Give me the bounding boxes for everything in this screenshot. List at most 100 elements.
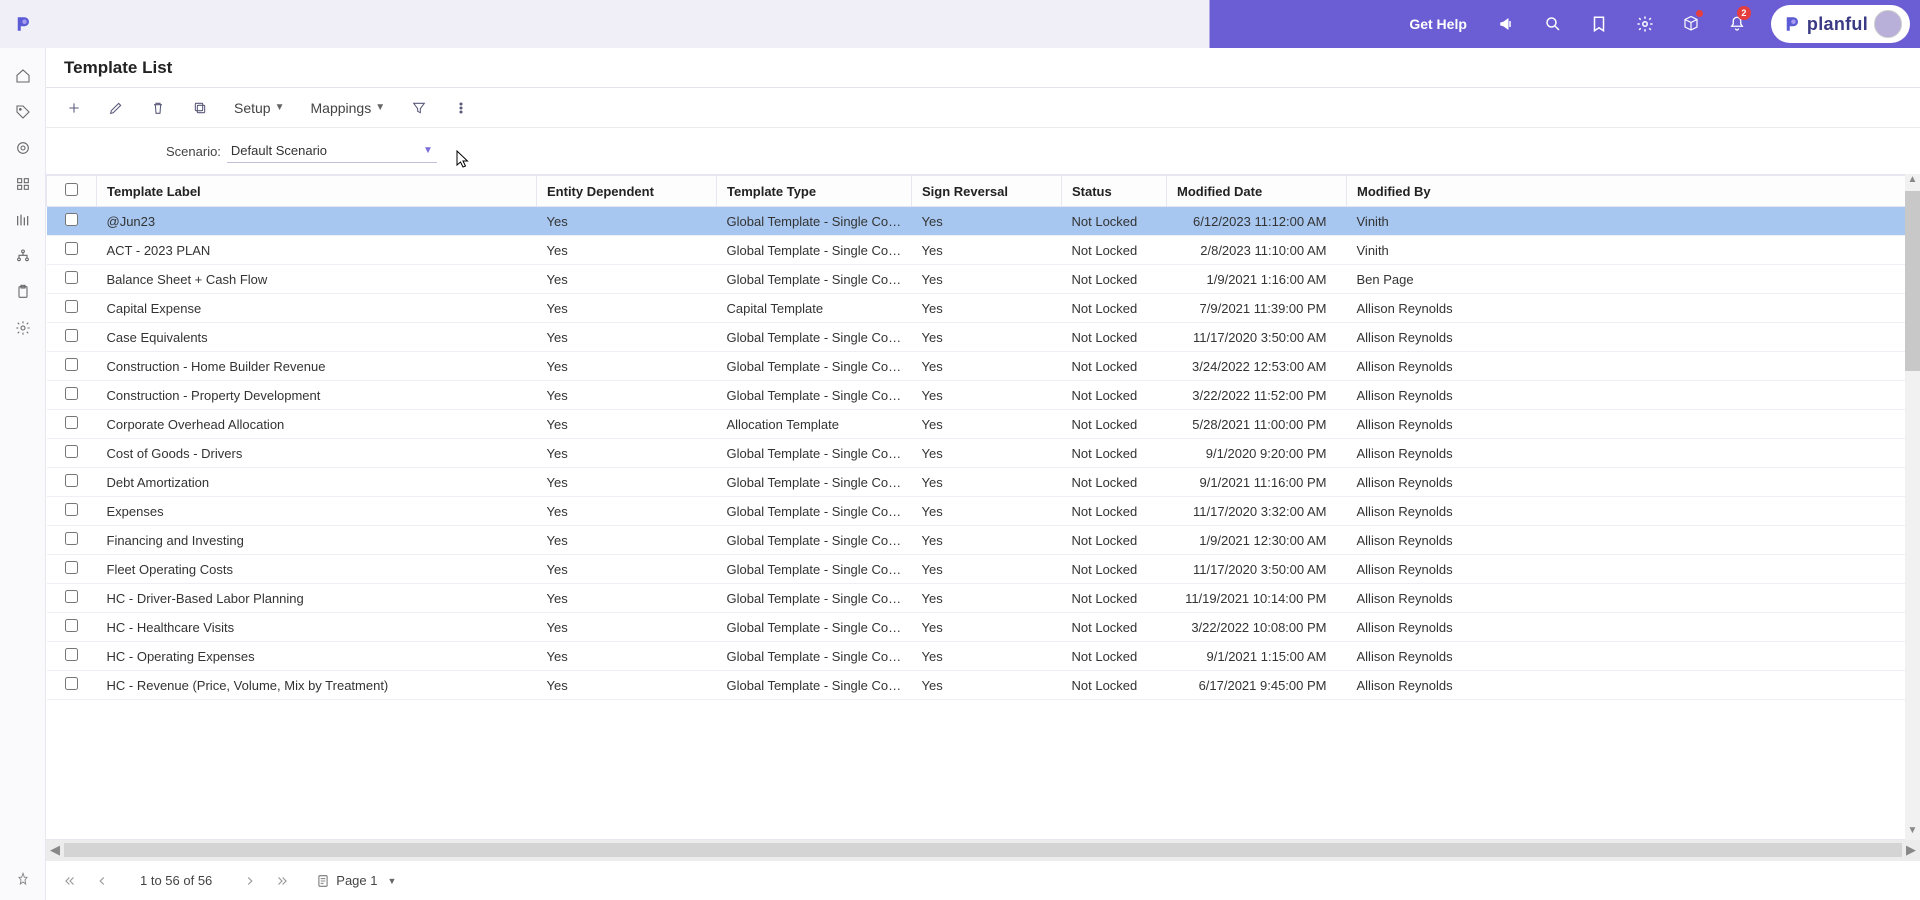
cell-status: Not Locked	[1062, 526, 1167, 555]
row-checkbox[interactable]	[47, 265, 97, 294]
row-checkbox[interactable]	[47, 352, 97, 381]
table-row[interactable]: HC - Operating ExpensesYesGlobal Templat…	[47, 642, 1920, 671]
bookmark-icon[interactable]	[1577, 0, 1621, 48]
row-checkbox[interactable]	[47, 410, 97, 439]
nav-hierarchy-icon[interactable]	[0, 238, 46, 274]
cell-type: Capital Template	[717, 294, 912, 323]
row-checkbox[interactable]	[47, 584, 97, 613]
row-checkbox[interactable]	[47, 671, 97, 700]
table-row[interactable]: ACT - 2023 PLANYesGlobal Template - Sing…	[47, 236, 1920, 265]
nav-home-icon[interactable]	[0, 58, 46, 94]
table-row[interactable]: HC - Revenue (Price, Volume, Mix by Trea…	[47, 671, 1920, 700]
table-row[interactable]: Case EquivalentsYesGlobal Template - Sin…	[47, 323, 1920, 352]
brand-pill[interactable]: planful	[1771, 5, 1910, 43]
cell-sign: Yes	[912, 439, 1062, 468]
nav-pin-icon[interactable]	[0, 860, 45, 900]
add-button[interactable]	[56, 92, 92, 124]
scroll-right-icon[interactable]: ▶	[1902, 842, 1920, 858]
header-label[interactable]: Template Label	[97, 176, 537, 207]
cell-sign: Yes	[912, 468, 1062, 497]
filter-button[interactable]	[401, 92, 437, 124]
table-row[interactable]: Debt AmortizationYesGlobal Template - Si…	[47, 468, 1920, 497]
header-sign[interactable]: Sign Reversal	[912, 176, 1062, 207]
edit-button[interactable]	[98, 92, 134, 124]
table-row[interactable]: ExpensesYesGlobal Template - Single Copy…	[47, 497, 1920, 526]
cell-sign: Yes	[912, 671, 1062, 700]
header-status[interactable]: Status	[1062, 176, 1167, 207]
get-help-link[interactable]: Get Help	[1393, 0, 1483, 48]
cell-by: Allison Reynolds	[1347, 497, 1920, 526]
setup-dropdown[interactable]: Setup ▼	[224, 92, 295, 124]
page-select[interactable]: Page 1 ▼	[316, 873, 396, 888]
row-checkbox[interactable]	[47, 439, 97, 468]
row-checkbox[interactable]	[47, 207, 97, 236]
row-checkbox[interactable]	[47, 642, 97, 671]
cell-sign: Yes	[912, 294, 1062, 323]
cell-by: Allison Reynolds	[1347, 555, 1920, 584]
settings-icon[interactable]	[1623, 0, 1667, 48]
nav-library-icon[interactable]	[0, 202, 46, 238]
header-checkbox[interactable]	[47, 176, 97, 207]
cell-entity: Yes	[537, 207, 717, 236]
avatar[interactable]	[1874, 10, 1902, 38]
table-row[interactable]: Cost of Goods - DriversYesGlobal Templat…	[47, 439, 1920, 468]
table-row[interactable]: Financing and InvestingYesGlobal Templat…	[47, 526, 1920, 555]
scenario-select[interactable]: Default Scenario	[227, 139, 437, 163]
announcement-icon[interactable]	[1485, 0, 1529, 48]
table-row[interactable]: Corporate Overhead AllocationYesAllocati…	[47, 410, 1920, 439]
scroll-down-icon[interactable]: ▼	[1905, 825, 1920, 840]
cell-type: Global Template - Single Copy	[717, 381, 912, 410]
row-checkbox[interactable]	[47, 613, 97, 642]
header-by[interactable]: Modified By	[1347, 176, 1920, 207]
nav-clipboard-icon[interactable]	[0, 274, 46, 310]
header-date[interactable]: Modified Date	[1167, 176, 1347, 207]
scroll-thumb[interactable]	[1905, 191, 1920, 371]
row-checkbox[interactable]	[47, 526, 97, 555]
cell-sign: Yes	[912, 613, 1062, 642]
header-type[interactable]: Template Type	[717, 176, 912, 207]
nav-apps-icon[interactable]	[0, 166, 46, 202]
nav-target-icon[interactable]	[0, 130, 46, 166]
more-button[interactable]	[443, 92, 479, 124]
mappings-dropdown[interactable]: Mappings ▼	[301, 92, 396, 124]
copy-button[interactable]	[182, 92, 218, 124]
cell-sign: Yes	[912, 381, 1062, 410]
table-row[interactable]: Construction - Home Builder RevenueYesGl…	[47, 352, 1920, 381]
row-checkbox[interactable]	[47, 323, 97, 352]
row-checkbox[interactable]	[47, 236, 97, 265]
prev-page-button[interactable]	[88, 867, 116, 895]
row-checkbox[interactable]	[47, 294, 97, 323]
search-icon[interactable]	[1531, 0, 1575, 48]
chevron-down-icon: ▼	[375, 102, 385, 113]
notification-icon[interactable]: 2	[1715, 0, 1759, 48]
row-checkbox[interactable]	[47, 381, 97, 410]
cell-date: 9/1/2020 9:20:00 PM	[1167, 439, 1347, 468]
row-checkbox[interactable]	[47, 497, 97, 526]
cell-by: Allison Reynolds	[1347, 468, 1920, 497]
scroll-thumb[interactable]	[64, 843, 1902, 857]
cell-label: Case Equivalents	[97, 323, 537, 352]
table-row[interactable]: HC - Healthcare VisitsYesGlobal Template…	[47, 613, 1920, 642]
table-row[interactable]: @Jun23YesGlobal Template - Single CopyYe…	[47, 207, 1920, 236]
table-row[interactable]: Capital ExpenseYesCapital TemplateYesNot…	[47, 294, 1920, 323]
header-entity[interactable]: Entity Dependent	[537, 176, 717, 207]
table-row[interactable]: Construction - Property DevelopmentYesGl…	[47, 381, 1920, 410]
table-row[interactable]: Fleet Operating CostsYesGlobal Template …	[47, 555, 1920, 584]
page-range: 1 to 56 of 56	[140, 873, 212, 888]
horizontal-scrollbar[interactable]: ◀ ▶	[46, 840, 1920, 860]
row-checkbox[interactable]	[47, 555, 97, 584]
nav-tag-icon[interactable]	[0, 94, 46, 130]
scroll-left-icon[interactable]: ◀	[46, 842, 64, 858]
vertical-scrollbar[interactable]: ▲ ▼	[1905, 174, 1920, 840]
row-checkbox[interactable]	[47, 468, 97, 497]
table-row[interactable]: Balance Sheet + Cash FlowYesGlobal Templ…	[47, 265, 1920, 294]
nav-gear-icon[interactable]	[0, 310, 46, 346]
cube-icon[interactable]	[1669, 0, 1713, 48]
last-page-button[interactable]	[268, 867, 296, 895]
first-page-button[interactable]	[56, 867, 84, 895]
scroll-up-icon[interactable]: ▲	[1905, 174, 1920, 189]
next-page-button[interactable]	[236, 867, 264, 895]
logo-icon	[1783, 15, 1801, 33]
delete-button[interactable]	[140, 92, 176, 124]
table-row[interactable]: HC - Driver-Based Labor PlanningYesGloba…	[47, 584, 1920, 613]
